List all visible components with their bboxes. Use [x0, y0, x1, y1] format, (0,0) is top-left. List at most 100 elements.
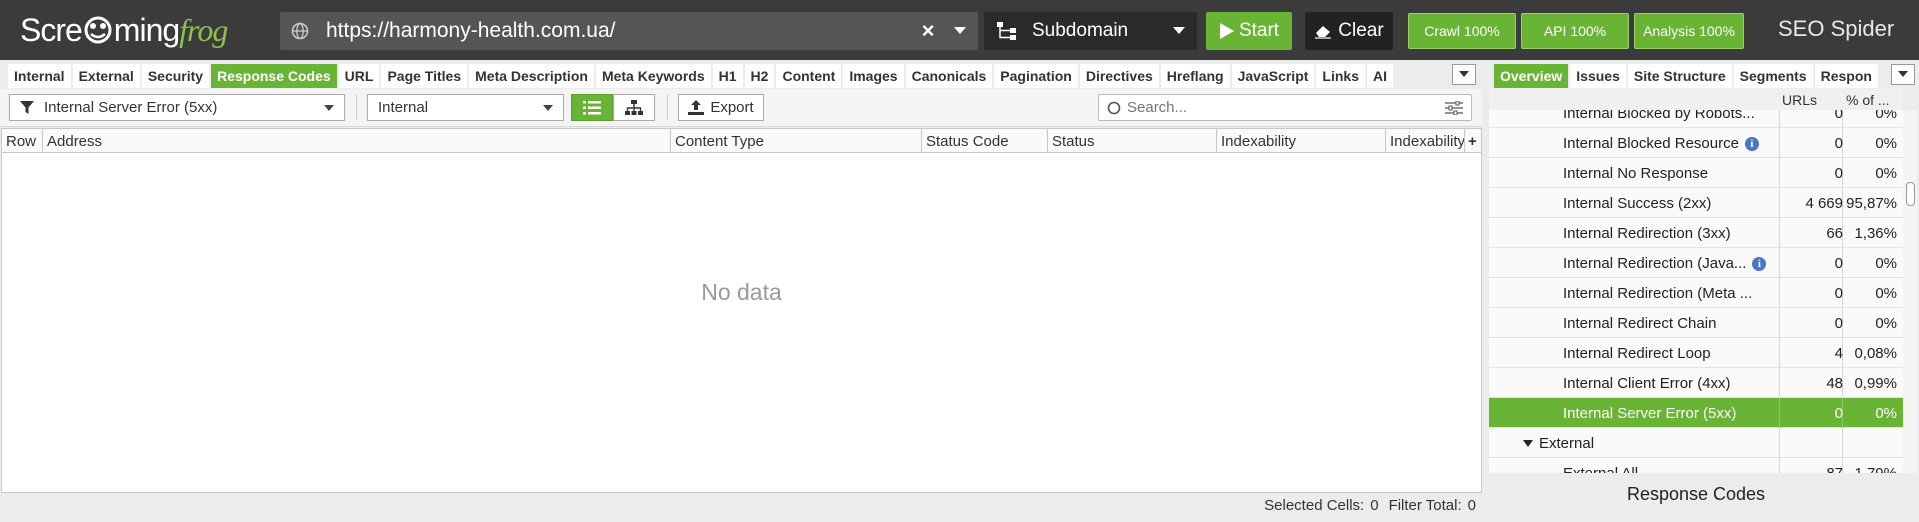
- overview-row[interactable]: Internal Client Error (4xx) 48 0,99%: [1489, 368, 1903, 398]
- overview-row-label: Internal No Response: [1563, 165, 1709, 182]
- column-header-status-code[interactable]: Status Code: [922, 129, 1048, 153]
- url-input[interactable]: https://harmony-health.com.ua/: [320, 19, 914, 43]
- more-tabs-dropdown-icon[interactable]: [1452, 64, 1476, 85]
- overview-row[interactable]: Internal Redirect Chain 0 0%: [1489, 308, 1903, 338]
- overview-row[interactable]: Internal Redirect Loop 4 0,08%: [1489, 338, 1903, 368]
- overview-row-percent: 0%: [1875, 405, 1897, 422]
- column-header-address[interactable]: Address: [43, 129, 671, 153]
- crawl-progress-badge[interactable]: Crawl 100%: [1408, 13, 1516, 49]
- tab-site-structure[interactable]: Site Structure: [1627, 63, 1732, 88]
- globe-icon: [280, 22, 320, 40]
- scope-filter-select[interactable]: Internal: [367, 94, 564, 121]
- expand-triangle-icon[interactable]: [1523, 435, 1533, 452]
- response-code-filter-select[interactable]: Internal Server Error (5xx): [9, 94, 345, 121]
- search-input[interactable]: [1127, 99, 1445, 116]
- tab-pagination[interactable]: Pagination: [994, 63, 1078, 88]
- column-divider: [1779, 248, 1780, 278]
- search-field[interactable]: [1098, 94, 1472, 121]
- start-button[interactable]: Start: [1206, 12, 1292, 50]
- overview-row-urls: 0: [1834, 315, 1843, 332]
- tab-h1[interactable]: H1: [712, 63, 743, 88]
- overview-row-urls: 0: [1834, 285, 1843, 302]
- clear-url-icon[interactable]: ×: [914, 18, 942, 44]
- overview-row[interactable]: Internal Success (2xx) 4 669 95,87%: [1489, 188, 1903, 218]
- overview-row[interactable]: Internal Redirection (Meta ... 0 0%: [1489, 278, 1903, 308]
- tab-respon[interactable]: Respon: [1814, 63, 1878, 88]
- tab-security[interactable]: Security: [141, 63, 210, 88]
- overview-row[interactable]: Internal Redirection (3xx) 66 1,36%: [1489, 218, 1903, 248]
- tab-links[interactable]: Links: [1316, 63, 1365, 88]
- crawl-mode-select[interactable]: Subdomain: [984, 12, 1197, 50]
- clear-button[interactable]: Clear: [1305, 12, 1393, 50]
- column-header-status[interactable]: Status: [1048, 129, 1217, 153]
- info-icon[interactable]: i: [1744, 136, 1759, 151]
- tab-canonicals[interactable]: Canonicals: [905, 63, 993, 88]
- toolbar-divider: [667, 95, 668, 120]
- right-more-tabs-dropdown-icon[interactable]: [1891, 64, 1915, 85]
- tab-content[interactable]: Content: [776, 63, 842, 88]
- tab-external[interactable]: External: [72, 63, 140, 88]
- tab-h2[interactable]: H2: [744, 63, 775, 88]
- column-header-urls[interactable]: URLs: [1782, 92, 1817, 108]
- api-progress-label: API 100%: [1543, 23, 1607, 39]
- tab-url[interactable]: URL: [338, 63, 380, 88]
- tree-group-row[interactable]: External: [1489, 428, 1903, 458]
- column-header-content-type[interactable]: Content Type: [671, 129, 922, 153]
- overview-row-label-wrap: External: [1523, 435, 1594, 452]
- overview-row-urls: 0: [1834, 110, 1843, 122]
- tab-directives[interactable]: Directives: [1079, 63, 1159, 88]
- tab-issues[interactable]: Issues: [1570, 63, 1626, 88]
- overview-row-percent: 0%: [1875, 165, 1897, 182]
- scrollbar-thumb[interactable]: [1906, 182, 1915, 206]
- table-status-bar: Selected Cells: 0 Filter Total: 0: [1, 494, 1482, 516]
- column-header-percent[interactable]: % of ...: [1846, 92, 1890, 108]
- overview-row-label-wrap: Internal Redirect Chain: [1563, 315, 1716, 332]
- analysis-progress-badge[interactable]: Analysis 100%: [1634, 13, 1744, 49]
- tab-images[interactable]: Images: [843, 63, 904, 88]
- overview-row-percent: 0,99%: [1854, 375, 1897, 392]
- tab-meta-description[interactable]: Meta Description: [469, 63, 594, 88]
- overview-row[interactable]: Internal Blocked Resource i 0 0%: [1489, 128, 1903, 158]
- tab-internal[interactable]: Internal: [8, 63, 71, 88]
- overview-row-label: Internal Redirect Chain: [1563, 315, 1717, 332]
- column-divider: [1779, 428, 1780, 458]
- overview-row[interactable]: Internal No Response 0 0%: [1489, 158, 1903, 188]
- tab-segments[interactable]: Segments: [1733, 63, 1813, 88]
- logo-text-frog: frog: [179, 11, 228, 48]
- tab-meta-keywords[interactable]: Meta Keywords: [595, 63, 711, 88]
- tab-page-titles[interactable]: Page Titles: [381, 63, 468, 88]
- analysis-progress-label: Analysis 100%: [1643, 23, 1735, 39]
- column-header-row[interactable]: Row: [2, 129, 43, 153]
- tab-response-codes[interactable]: Response Codes: [211, 63, 337, 88]
- overview-row[interactable]: External All 871,79%: [1489, 458, 1903, 473]
- column-divider: [1779, 308, 1780, 338]
- tab-overview[interactable]: Overview: [1494, 63, 1569, 88]
- column-header-indexability[interactable]: Indexability: [1217, 129, 1386, 153]
- column-header-indexability-status[interactable]: Indexability: [1386, 129, 1465, 153]
- export-icon: [688, 100, 705, 115]
- add-column-icon[interactable]: +: [1465, 129, 1481, 153]
- overview-row-label: External All: [1563, 465, 1638, 473]
- tab-hreflang[interactable]: Hreflang: [1160, 63, 1230, 88]
- tab-ai[interactable]: AI: [1367, 63, 1393, 88]
- info-icon[interactable]: i: [1752, 256, 1767, 271]
- url-history-dropdown-icon[interactable]: [942, 27, 978, 35]
- overview-row[interactable]: Internal Redirection (Java... i 0 0%: [1489, 248, 1903, 278]
- overview-list[interactable]: Internal Blocked by Robots... 0 0% Internal…: [1489, 110, 1903, 473]
- overview-row[interactable]: Internal Server Error (5xx) 0 0%: [1489, 398, 1903, 428]
- results-table[interactable]: Row Address Content Type Status Code Sta…: [1, 128, 1482, 493]
- brand-seo: SEO: [1778, 16, 1825, 41]
- url-input-container[interactable]: https://harmony-health.com.ua/ ×: [280, 12, 978, 50]
- empty-state-message: No data: [701, 279, 782, 305]
- list-view-button[interactable]: [571, 94, 613, 121]
- column-divider: [1779, 128, 1780, 158]
- overview-scrollbar[interactable]: [1903, 110, 1917, 473]
- tree-view-button[interactable]: [613, 94, 655, 121]
- export-button[interactable]: Export: [678, 94, 764, 121]
- overview-row[interactable]: Internal Blocked by Robots... 0 0%: [1489, 110, 1903, 128]
- overview-row-label: Internal Blocked Resource: [1563, 135, 1739, 152]
- scope-filter-value: Internal: [378, 99, 429, 116]
- tab-javascript[interactable]: JavaScript: [1231, 63, 1315, 88]
- api-progress-badge[interactable]: API 100%: [1521, 13, 1629, 49]
- search-settings-icon[interactable]: [1445, 100, 1463, 115]
